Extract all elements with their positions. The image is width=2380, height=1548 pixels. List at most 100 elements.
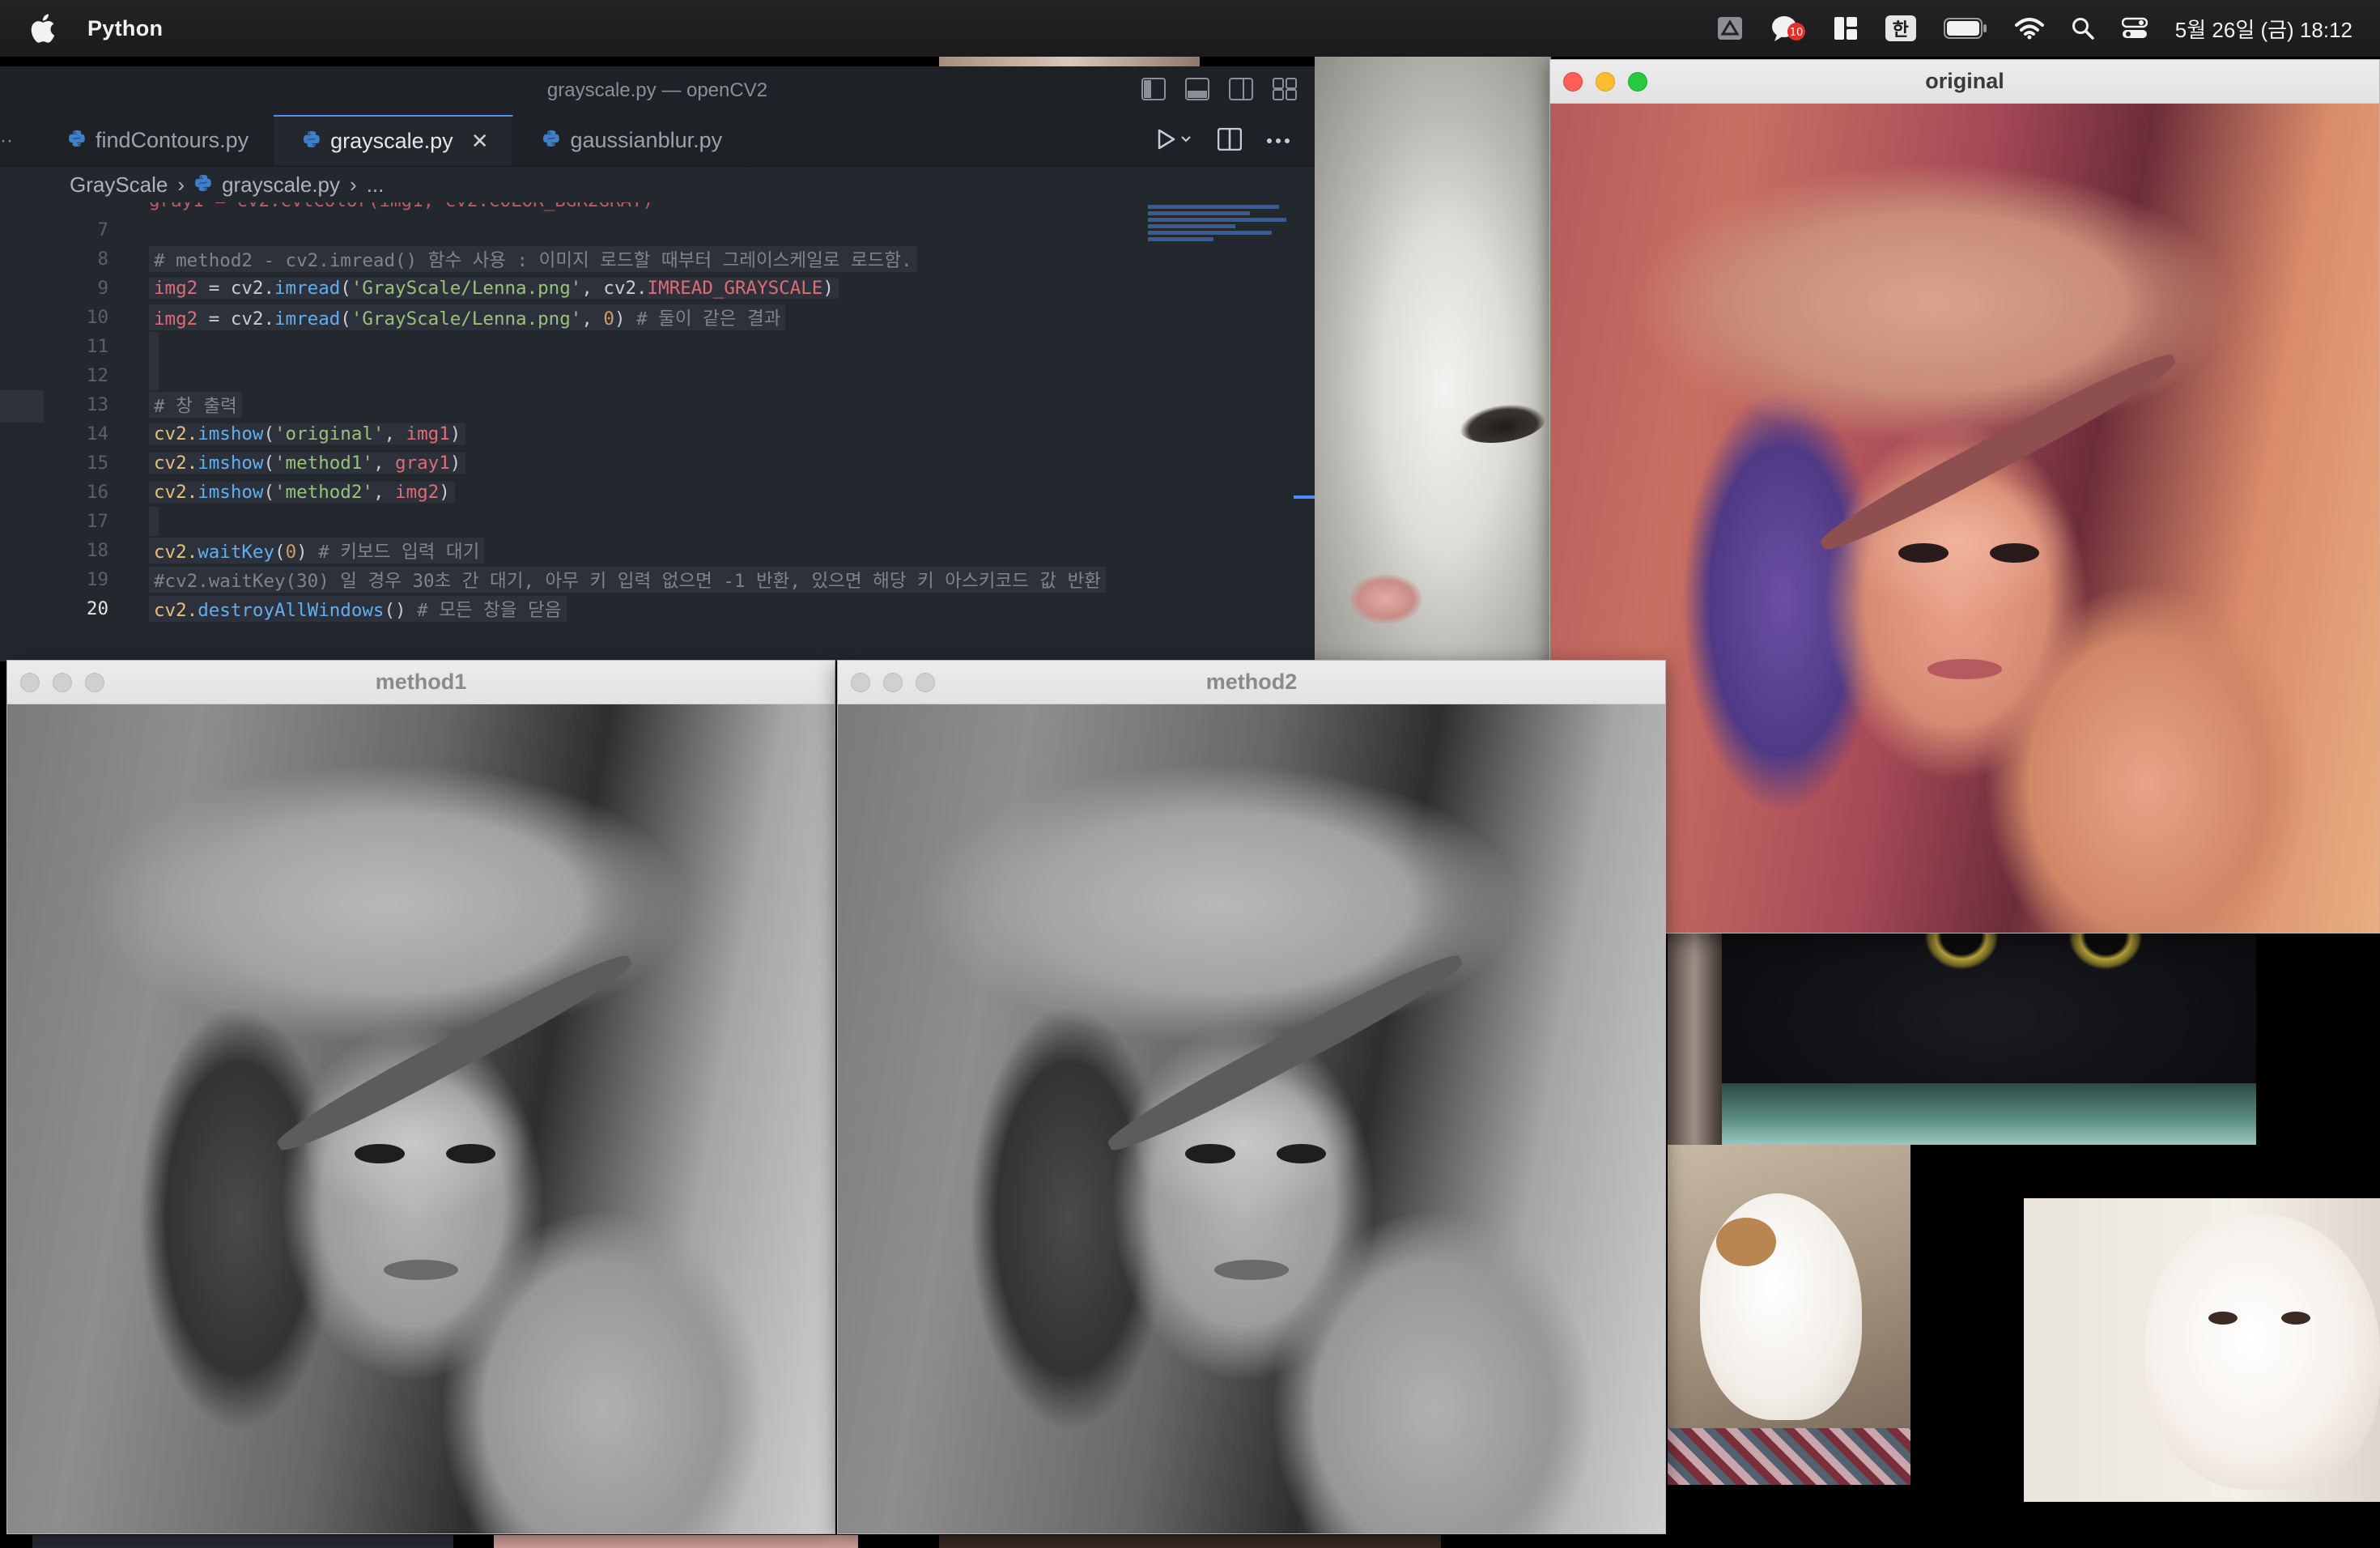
code-text: [149, 332, 159, 361]
zoom-window-button[interactable]: [1628, 72, 1647, 91]
code-text: cv2.waitKey(0) # 키보드 입력 대기: [149, 538, 485, 563]
more-actions-icon[interactable]: [1266, 134, 1290, 148]
cat-nose: [1350, 575, 1422, 623]
tab-grayscale[interactable]: grayscale.py ✕: [274, 115, 514, 166]
window-title: method2: [1205, 670, 1298, 694]
chevron-right-icon: ›: [350, 172, 357, 197]
tab-findcontours[interactable]: findContours.py: [39, 115, 274, 166]
code-text: img2 = cv2.imread('GrayScale/Lenna.png',…: [149, 304, 786, 330]
close-window-button[interactable]: [1563, 72, 1583, 91]
close-tab-icon[interactable]: ✕: [471, 129, 489, 154]
code-line: 11: [0, 332, 159, 361]
code-text: cv2.imshow('method2', img2): [149, 482, 455, 503]
minimap-line: [1148, 218, 1286, 222]
window-title: grayscale.py — openCV2: [546, 79, 768, 101]
lips: [1214, 1260, 1289, 1280]
active-app-name[interactable]: Python: [87, 16, 163, 41]
desktop-photo-persian-cat: [2024, 1198, 2380, 1502]
eye: [1185, 1143, 1235, 1164]
window-title: method1: [375, 670, 467, 694]
code-line: 17: [0, 507, 159, 536]
code-editor[interactable]: gray1 = cv2.cvtColor(img1, cv2.COLOR_BGR…: [0, 202, 1315, 661]
toggle-primary-sidebar-icon[interactable]: [1141, 78, 1166, 106]
eye: [1989, 542, 2040, 563]
chevron-right-icon: ›: [177, 172, 185, 197]
code-line: 18 cv2.waitKey(0) # 키보드 입력 대기: [0, 536, 485, 565]
python-file-icon: [194, 172, 212, 198]
scrollbar-position-marker[interactable]: [1294, 495, 1315, 499]
zoom-window-button[interactable]: [916, 673, 935, 692]
desktop-photo-edge: [1668, 933, 1722, 1145]
split-editor-icon[interactable]: [1217, 127, 1243, 155]
chat-notification-icon[interactable]: 10: [1770, 14, 1806, 43]
lips: [384, 1260, 458, 1280]
code-line: 9 img2 = cv2.imread('GrayScale/Lenna.png…: [0, 274, 839, 303]
window-title-bar[interactable]: method1: [7, 661, 835, 704]
vscode-window: grayscale.py — openCV2 ·· findContours.p…: [0, 66, 1315, 661]
minimap[interactable]: [1148, 202, 1294, 267]
spotlight-search-icon[interactable]: [2072, 14, 2094, 43]
drive-icon[interactable]: [1717, 14, 1743, 43]
minimize-window-button[interactable]: [53, 673, 72, 692]
desktop-window-edge: [32, 1535, 453, 1548]
minimap-line: [1148, 231, 1272, 235]
code-text: cv2.imshow('method1', gray1): [149, 453, 466, 474]
window-title-bar[interactable]: method2: [838, 661, 1665, 704]
cat-eye: [2068, 933, 2143, 970]
method2-image-window[interactable]: method2: [837, 660, 1666, 1534]
minimap-line: [1148, 205, 1279, 209]
color-image-canvas: [1550, 104, 2379, 933]
method1-image-window[interactable]: method1: [6, 660, 835, 1534]
cat-eye: [2281, 1312, 2310, 1325]
desktop-photo-black-cat: [1722, 933, 2256, 1145]
code-line: 7: [97, 219, 108, 240]
cat-fur: [2145, 1214, 2380, 1490]
run-python-file-icon[interactable]: [1156, 127, 1193, 155]
window-layout-icon[interactable]: [1834, 14, 1858, 43]
code-text: img2 = cv2.imread('GrayScale/Lenna.png',…: [149, 278, 839, 299]
tab-label: gaussianblur.py: [570, 128, 723, 152]
close-window-button[interactable]: [20, 673, 40, 692]
battery-icon[interactable]: [1943, 14, 1987, 43]
minimap-line: [1148, 211, 1250, 215]
hat-band: [1814, 343, 2182, 560]
wifi-icon[interactable]: [2014, 14, 2044, 43]
blanket: [1668, 1428, 1910, 1485]
zoom-window-button[interactable]: [85, 673, 104, 692]
customize-layout-icon[interactable]: [1273, 78, 1297, 106]
code-line: 20 cv2.destroyAllWindows() # 모든 창을 닫음: [0, 594, 567, 623]
breadcrumb-file[interactable]: grayscale.py: [222, 172, 340, 198]
breadcrumb-folder[interactable]: GrayScale: [70, 172, 168, 198]
toggle-panel-icon[interactable]: [1185, 78, 1209, 106]
apple-menu-icon[interactable]: [31, 14, 58, 43]
code-line: 8 # method2 - cv2.imread() 함수 사용 : 이미지 로…: [0, 245, 917, 274]
code-line: 12: [0, 361, 159, 390]
desktop-window-edge: [939, 1535, 1441, 1548]
breadcrumb-symbols[interactable]: ...: [367, 172, 385, 198]
editor-tab-bar: ·· findContours.py grayscale.py ✕ gaussi…: [0, 115, 1315, 167]
eye: [355, 1143, 405, 1164]
menubar-clock[interactable]: 5월 26일 (금) 18:12: [2175, 14, 2352, 44]
control-center-icon[interactable]: [2121, 14, 2148, 43]
original-image-window[interactable]: original: [1549, 59, 2380, 933]
desktop-photo-white-cat: [1315, 57, 1551, 660]
code-text: [149, 507, 159, 536]
window-title-bar[interactable]: original: [1550, 60, 2379, 104]
toggle-secondary-sidebar-icon[interactable]: [1229, 78, 1253, 106]
tab-overflow[interactable]: ··: [0, 115, 39, 166]
window-title: original: [1925, 69, 2004, 93]
close-window-button[interactable]: [851, 673, 870, 692]
eye: [445, 1143, 495, 1164]
breadcrumb: GrayScale › grayscale.py › ...: [0, 167, 1315, 202]
tab-gaussianblur[interactable]: gaussianblur.py: [513, 115, 748, 166]
rug: [1722, 1083, 2256, 1145]
menu-bar: Python 10 한 5월 26일 (금) 18:12: [0, 0, 2380, 57]
code-text: [149, 361, 159, 390]
input-source-icon[interactable]: 한: [1885, 14, 1916, 43]
minimize-window-button[interactable]: [883, 673, 903, 692]
hat-band: [270, 944, 638, 1161]
cat-eye: [1924, 933, 1999, 970]
minimize-window-button[interactable]: [1596, 72, 1615, 91]
code-line: 15 cv2.imshow('method1', gray1): [0, 449, 466, 478]
desktop-photo-fat-cat: [1668, 1145, 1910, 1485]
